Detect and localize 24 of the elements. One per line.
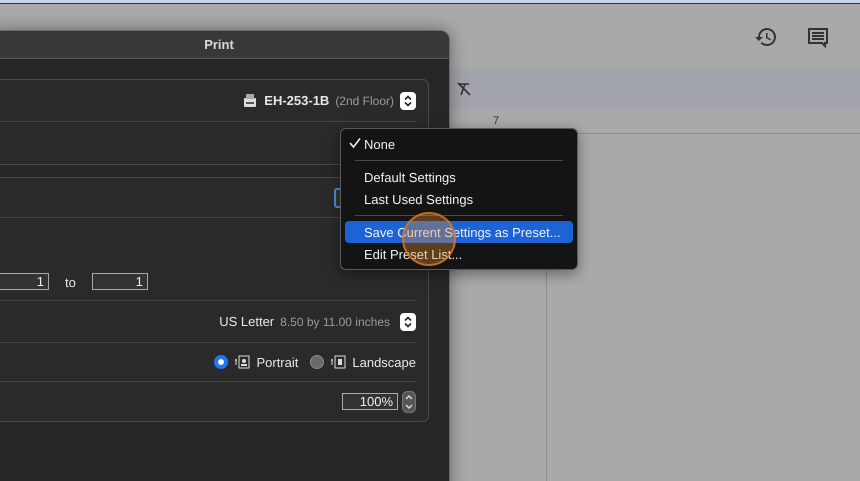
pages-separator: to xyxy=(65,275,76,290)
portrait-icon xyxy=(234,355,250,369)
menu-item[interactable]: Last Used Settings xyxy=(345,188,573,210)
orientation-label: Portrait xyxy=(256,354,298,370)
menu-item[interactable]: Default Settings xyxy=(345,166,573,188)
stepper-icon[interactable] xyxy=(402,390,416,412)
menu-item[interactable]: None xyxy=(345,133,573,155)
printer-icon xyxy=(242,92,258,108)
dialog-title: Print xyxy=(0,31,449,59)
page-to-field[interactable]: 1 xyxy=(92,273,148,290)
orientation-radio[interactable] xyxy=(214,355,228,369)
stepper-icon[interactable] xyxy=(400,312,416,330)
orientation-label: Landscape xyxy=(352,354,416,370)
paper-size-name: US Letter xyxy=(219,314,274,329)
clear-formatting-icon[interactable] xyxy=(456,81,472,97)
stepper-icon[interactable] xyxy=(400,92,416,110)
printer-name: EH-253-1B xyxy=(264,93,330,108)
paper-dimensions: 8.50 by 11.00 inches xyxy=(280,314,390,328)
orientation-radio[interactable] xyxy=(310,355,324,369)
scale-field[interactable]: 100% xyxy=(342,393,398,410)
landscape-icon xyxy=(330,355,346,369)
ruler-number: 7 xyxy=(493,115,500,127)
printer-location: (2nd Floor) xyxy=(335,94,394,108)
page-from-field[interactable]: 1 xyxy=(0,273,49,290)
